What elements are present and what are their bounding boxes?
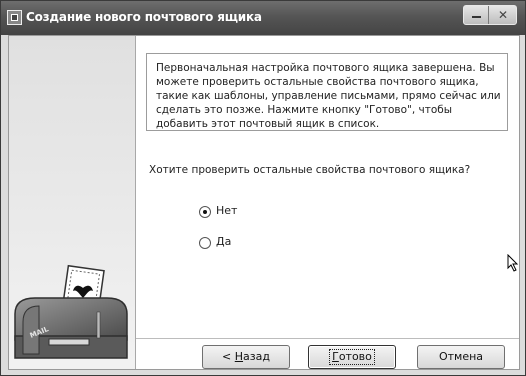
- mailbox-illustration: MAIL: [14, 264, 128, 359]
- dialog-window: Создание нового почтового ящика ✕ MAIL П…: [0, 0, 526, 376]
- back-button-label: < Назад: [222, 350, 270, 363]
- question-label: Хотите проверить остальные свойства почт…: [149, 164, 471, 176]
- wizard-content: MAIL Первоначальная настройка почтового …: [8, 35, 520, 370]
- close-button[interactable]: ✕: [490, 6, 516, 24]
- minimize-button[interactable]: [464, 6, 489, 24]
- back-button[interactable]: < Назад: [202, 345, 290, 369]
- window-title: Создание нового почтового ящика: [26, 10, 262, 24]
- cancel-button-label: Отмена: [438, 350, 484, 363]
- close-icon: ✕: [497, 8, 509, 22]
- window-controls: ✕: [463, 5, 517, 25]
- finish-button-label: Готово: [329, 349, 375, 365]
- cancel-button[interactable]: Отмена: [417, 345, 505, 369]
- mouse-cursor-icon: [507, 254, 519, 272]
- radio-yes-label[interactable]: Да: [216, 235, 231, 248]
- app-icon: [7, 10, 22, 25]
- info-box: Первоначальная настройка почтового ящика…: [146, 53, 508, 131]
- title-bar[interactable]: Создание нового почтового ящика ✕: [1, 1, 525, 35]
- radio-no[interactable]: [199, 206, 211, 218]
- footer-divider: [136, 338, 519, 339]
- radio-no-label[interactable]: Нет: [216, 204, 237, 217]
- radio-yes[interactable]: [199, 237, 211, 249]
- illustration-panel: MAIL: [9, 36, 136, 369]
- info-text: Первоначальная настройка почтового ящика…: [156, 62, 501, 130]
- mailbox-icon: MAIL: [14, 297, 128, 359]
- minimize-icon: [472, 16, 481, 18]
- finish-button[interactable]: Готово: [308, 345, 396, 369]
